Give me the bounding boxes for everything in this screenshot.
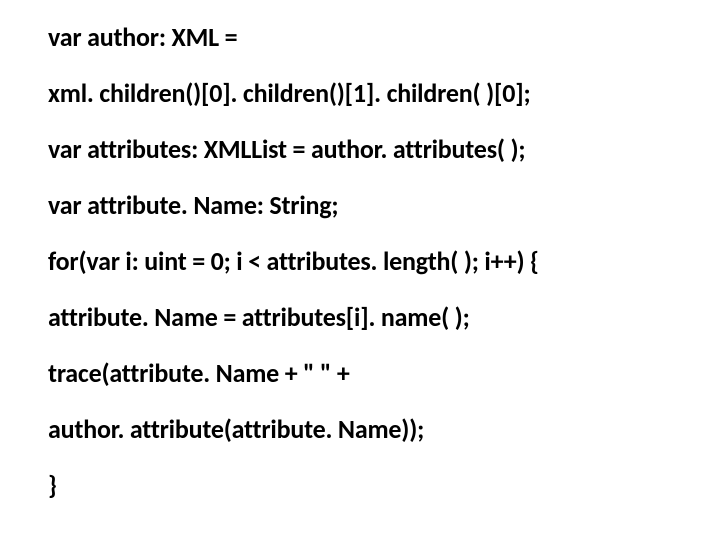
code-line: var attribute. Name: String; — [48, 192, 680, 218]
code-block: var author: XML = xml. children()[0]. ch… — [0, 0, 720, 552]
code-line: var author: XML = — [48, 24, 680, 50]
code-line: xml. children()[0]. children()[1]. child… — [48, 80, 680, 106]
code-line: } — [48, 472, 680, 498]
code-line: for(var i: uint = 0; i < attributes. len… — [48, 248, 680, 274]
code-line: trace(attribute. Name + " " + — [48, 360, 680, 386]
code-line: var attributes: XMLList = author. attrib… — [48, 136, 680, 162]
code-line: author. attribute(attribute. Name)); — [48, 416, 680, 442]
code-line: attribute. Name = attributes[i]. name( )… — [48, 304, 680, 330]
